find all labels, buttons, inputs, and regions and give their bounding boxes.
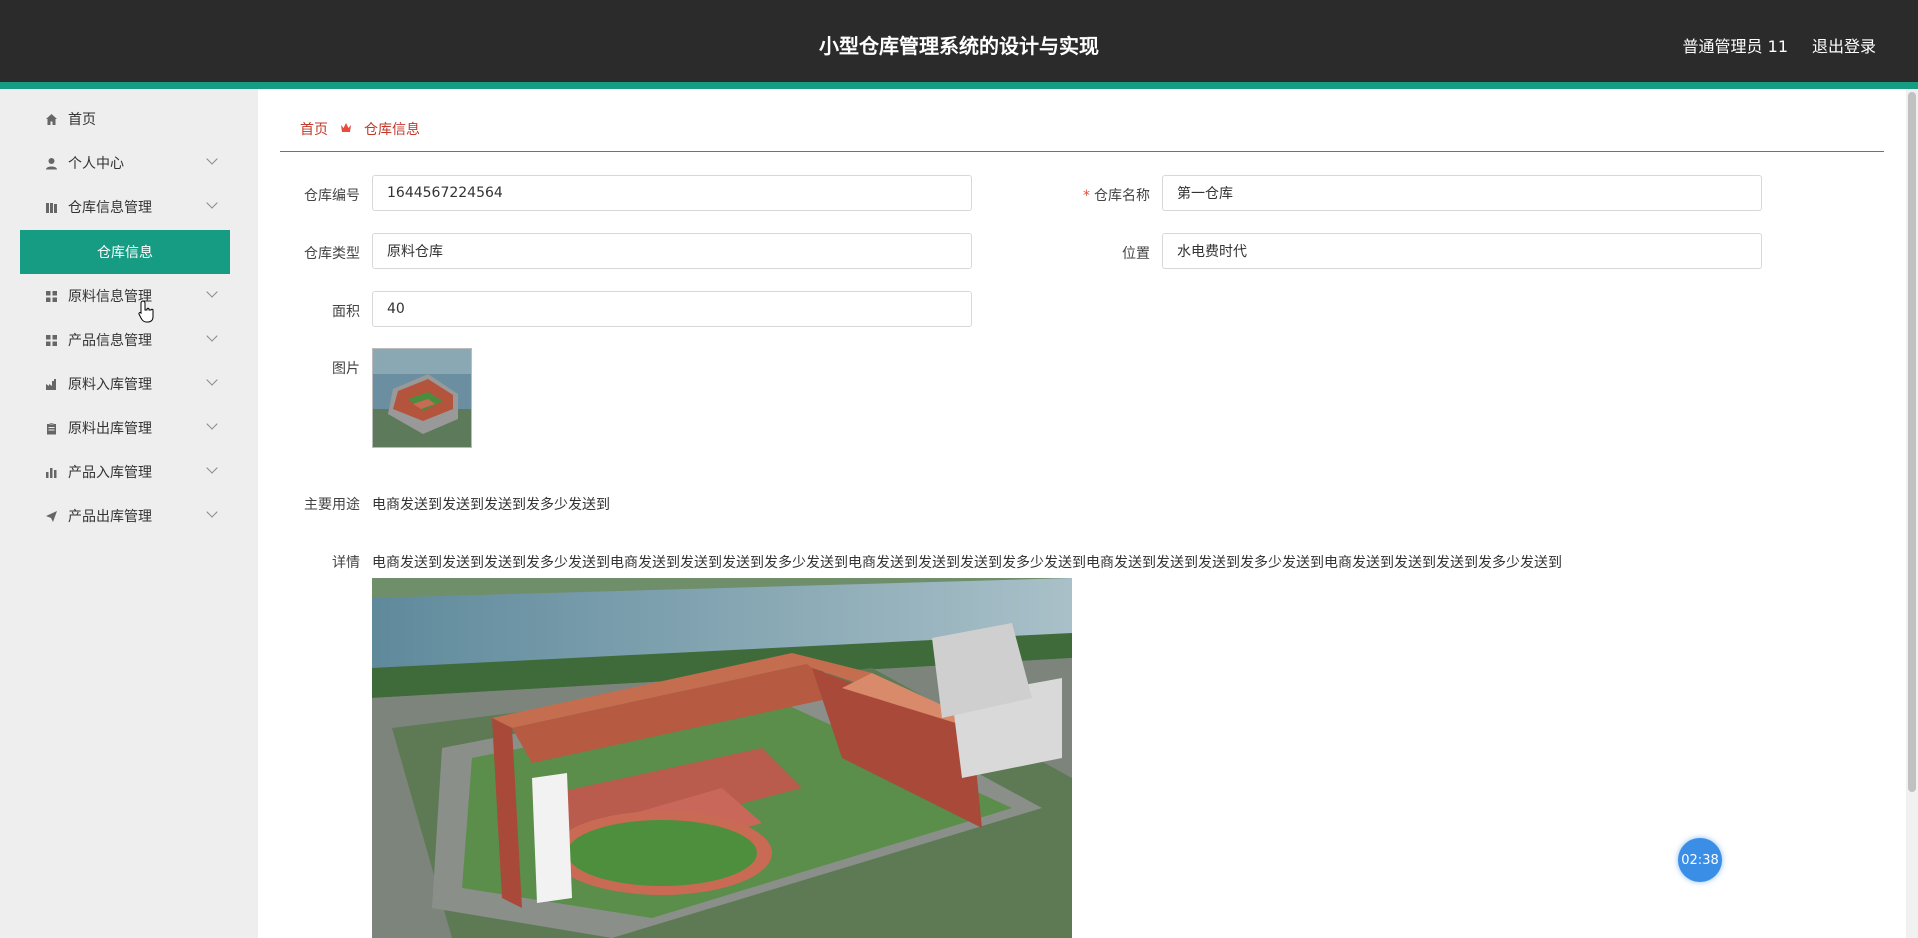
area-field[interactable]: 40	[372, 291, 972, 327]
sidebar-item-label: 首页	[68, 112, 96, 128]
chevron-down-icon	[206, 462, 218, 474]
breadcrumb-current: 仓库信息	[364, 122, 420, 138]
sidebar-item-label: 产品出库管理	[68, 509, 152, 525]
location-label: 位置	[1122, 246, 1150, 262]
app-title: 小型仓库管理系统的设计与实现	[819, 34, 1099, 58]
chevron-down-icon	[206, 330, 218, 342]
grid-icon	[44, 333, 58, 347]
mouse-cursor-icon	[138, 300, 156, 328]
sidebar-item-product-mgmt[interactable]: 产品信息管理	[0, 318, 258, 362]
sidebar-item-label: 原料入库管理	[68, 377, 152, 393]
breadcrumb-home[interactable]: 首页	[300, 119, 328, 139]
sidebar-item-product-outbound[interactable]: 产品出库管理	[0, 494, 258, 538]
warehouse-type-label: 仓库类型	[304, 246, 360, 262]
sidebar: 首页 个人中心 仓库信息管理 仓库信息 原料信息管理 产品信息管理 原料入库管理	[0, 89, 258, 938]
sidebar-item-home[interactable]: 首页	[0, 97, 258, 141]
warehouse-type-field[interactable]: 原料仓库	[372, 233, 972, 269]
timer-badge[interactable]: 02:38	[1678, 838, 1722, 882]
sidebar-item-label: 产品信息管理	[68, 333, 152, 349]
crown-icon	[340, 122, 352, 136]
sidebar-item-product-inbound[interactable]: 产品入库管理	[0, 450, 258, 494]
image-label: 图片	[332, 361, 360, 377]
top-header: 小型仓库管理系统的设计与实现 普通管理员 11 退出登录	[0, 0, 1918, 82]
location-field[interactable]: 水电费时代	[1162, 233, 1762, 269]
warehouse-name-label: * 仓库名称	[1083, 188, 1150, 204]
chevron-down-icon	[206, 506, 218, 518]
sidebar-item-material-outbound[interactable]: 原料出库管理	[0, 406, 258, 450]
grid-icon	[44, 289, 58, 303]
header-accent-bar	[0, 82, 1918, 89]
clipboard-icon	[44, 421, 58, 435]
detail-value: 电商发送到发送到发送到发多少发送到电商发送到发送到发送到发多少发送到电商发送到发…	[372, 555, 1562, 571]
detail-label: 详情	[332, 555, 360, 571]
sidebar-item-material-mgmt[interactable]: 原料信息管理	[0, 274, 258, 318]
warehouse-thumbnail[interactable]	[372, 348, 472, 448]
required-asterisk: *	[1083, 188, 1090, 204]
user-icon	[44, 156, 58, 170]
sidebar-item-label: 仓库信息管理	[68, 200, 152, 216]
area-label: 面积	[332, 304, 360, 320]
scrollbar-thumb[interactable]	[1908, 92, 1916, 792]
send-icon	[44, 509, 58, 523]
chevron-down-icon	[206, 197, 218, 209]
usage-label: 主要用途	[304, 497, 360, 513]
user-info: 普通管理员 11	[1682, 37, 1788, 56]
warehouse-code-label: 仓库编号	[304, 188, 360, 204]
sidebar-item-label: 原料出库管理	[68, 421, 152, 437]
library-icon	[44, 200, 58, 214]
home-icon	[44, 112, 58, 126]
sidebar-item-label: 个人中心	[68, 156, 124, 172]
warehouse-code-field[interactable]: 1644567224564	[372, 175, 972, 211]
chevron-down-icon	[206, 153, 218, 165]
detail-campus-image	[372, 578, 1072, 938]
breadcrumb: 首页 仓库信息	[300, 119, 420, 139]
logout-button[interactable]: 退出登录	[1812, 33, 1876, 57]
bar-chart-icon	[44, 465, 58, 479]
chevron-down-icon	[206, 418, 218, 430]
chevron-down-icon	[206, 374, 218, 386]
breadcrumb-divider	[280, 151, 1884, 152]
warehouse-name-field[interactable]: 第一仓库	[1162, 175, 1762, 211]
sidebar-item-warehouse-mgmt[interactable]: 仓库信息管理	[0, 185, 258, 229]
chevron-down-icon	[206, 286, 218, 298]
sidebar-item-profile[interactable]: 个人中心	[0, 141, 258, 185]
factory-icon	[44, 377, 58, 391]
usage-value: 电商发送到发送到发送到发多少发送到	[372, 497, 610, 513]
sidebar-item-label: 产品入库管理	[68, 465, 152, 481]
sidebar-item-material-inbound[interactable]: 原料入库管理	[0, 362, 258, 406]
sidebar-subitem-warehouse-info[interactable]: 仓库信息	[20, 230, 230, 274]
